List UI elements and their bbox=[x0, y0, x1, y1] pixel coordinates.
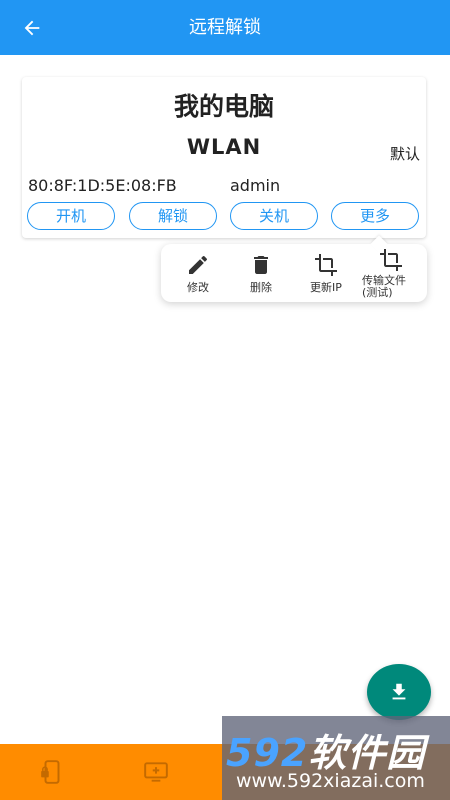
app-bar: 远程解锁 bbox=[0, 0, 450, 55]
menu-item-label: 修改 bbox=[187, 281, 209, 294]
download-fab[interactable] bbox=[367, 664, 431, 720]
menu-item-label: 传输文件 (测试) bbox=[362, 274, 406, 299]
menu-item-delete[interactable]: 删除 bbox=[230, 244, 292, 302]
watermark-number: 592 bbox=[226, 731, 309, 775]
crop-icon bbox=[315, 254, 337, 276]
action-button-row: 开机 解锁 关机 更多 bbox=[27, 202, 423, 234]
watermark-url: www.592xiazai.com bbox=[236, 770, 425, 792]
more-menu-popup: 修改 删除 更新IP 传输文件 (测试) bbox=[161, 235, 427, 302]
watermark-logo: 592软件园 www.592xiazai.com bbox=[222, 716, 450, 800]
trash-icon bbox=[254, 256, 268, 274]
menu-item-label: 删除 bbox=[250, 281, 272, 294]
menu-item-transfer-file[interactable]: 传输文件 (测试) bbox=[360, 244, 422, 302]
menu-item-edit[interactable]: 修改 bbox=[167, 244, 229, 302]
unlock-button[interactable]: 解锁 bbox=[129, 202, 217, 230]
crop-icon bbox=[380, 249, 402, 271]
page-title: 远程解锁 bbox=[189, 17, 261, 38]
watermark-text: 软件园 bbox=[308, 731, 426, 775]
download-icon bbox=[392, 683, 406, 700]
watermark-brand: 592软件园 bbox=[226, 722, 425, 777]
menu-item-update-ip[interactable]: 更新IP bbox=[295, 244, 357, 302]
pencil-icon bbox=[189, 255, 208, 274]
nav-item-add-device[interactable] bbox=[126, 744, 186, 800]
nav-item-phone-lock[interactable] bbox=[22, 744, 82, 800]
phone-lock-icon bbox=[41, 760, 60, 784]
default-label: 默认 bbox=[389, 145, 420, 163]
device-name: 我的电脑 bbox=[173, 92, 274, 121]
network-type: WLAN bbox=[186, 135, 262, 159]
power-on-button[interactable]: 开机 bbox=[27, 202, 115, 230]
mac-address: 80:8F:1D:5E:08:FB bbox=[28, 176, 177, 195]
device-card: 我的电脑 WLAN 默认 80:8F:1D:5E:08:FB admin 开机 … bbox=[22, 77, 426, 238]
menu-item-label: 更新IP bbox=[310, 281, 342, 294]
shutdown-button[interactable]: 关机 bbox=[230, 202, 318, 230]
more-button[interactable]: 更多 bbox=[331, 202, 419, 230]
monitor-add-icon bbox=[144, 762, 168, 782]
username: admin bbox=[230, 176, 281, 195]
